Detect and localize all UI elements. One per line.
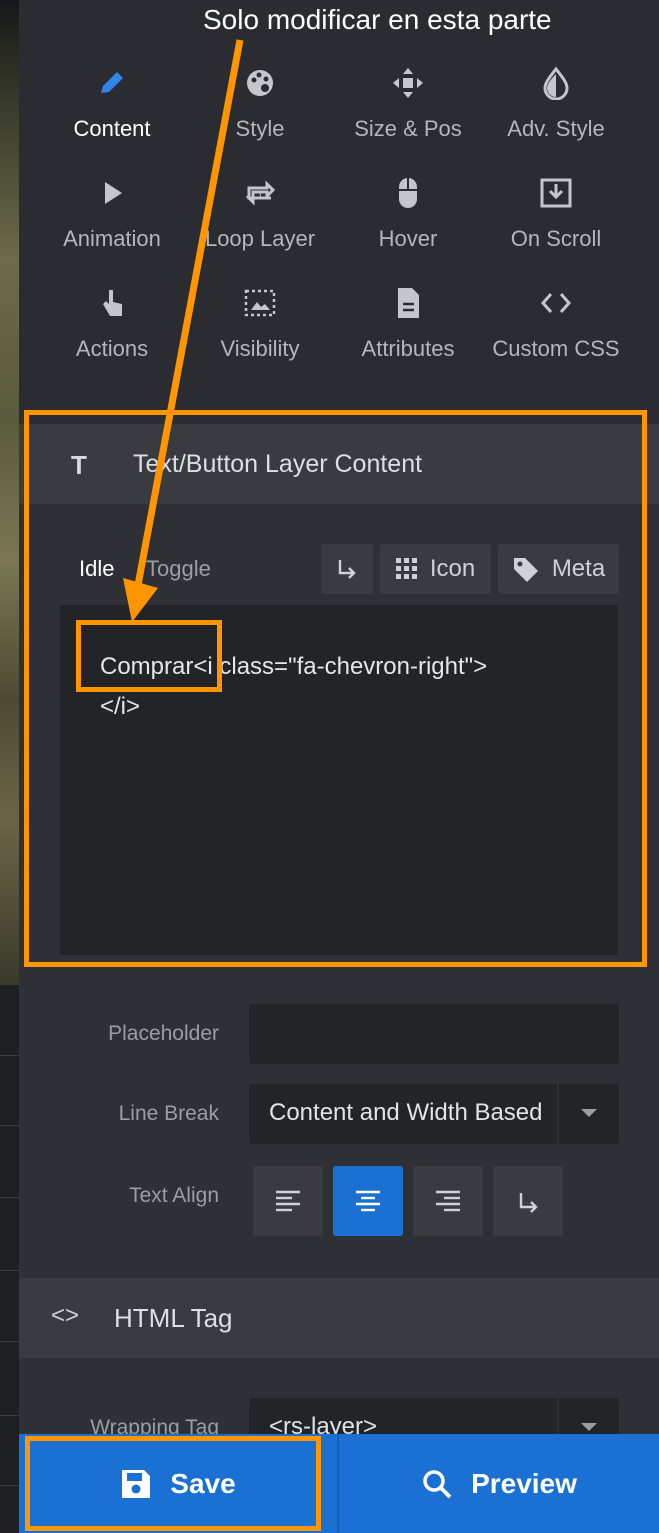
mouse-icon [399,178,417,208]
tab-content[interactable]: Content [38,50,186,150]
section-title: HTML Tag [114,1303,233,1333]
annotation-save-box [25,1436,321,1531]
search-icon [423,1469,452,1498]
tab-actions[interactable]: Actions [38,270,186,370]
palette-icon [247,70,273,96]
tab-adv-style[interactable]: Adv. Style [482,50,630,150]
tab-label: Custom CSS [492,336,620,361]
tab-label: Size & Pos [354,116,462,141]
canvas-image-preview [0,0,19,985]
placeholder-label: Placeholder [108,1022,219,1045]
svg-text:1: 1 [257,190,263,201]
code-icon [540,293,572,313]
html-tag-section-header[interactable]: <> HTML Tag [19,1278,659,1358]
code-icon: <> [51,1302,80,1329]
canvas-row-lines [0,985,19,1533]
tab-label: Animation [63,226,161,251]
tab-animation[interactable]: Animation [38,160,186,260]
tab-label: Content [73,116,151,141]
annotation-text: Solo modificar en esta parte [203,4,552,35]
align-right-button[interactable] [413,1166,483,1236]
align-left-icon [276,1190,300,1212]
tab-attributes[interactable]: Attributes [334,270,482,370]
pencil-icon [101,72,123,93]
tab-label: Loop Layer [204,226,316,251]
align-right-icon [436,1190,460,1212]
tab-label: On Scroll [510,226,602,251]
move-icon [393,68,423,98]
play-icon [105,182,122,204]
document-icon [398,288,419,318]
annotation-word-box [76,620,222,692]
line-break-select[interactable]: Content and Width Based [249,1084,619,1144]
touch-icon [103,290,122,316]
tab-custom-css[interactable]: Custom CSS [482,270,630,370]
tab-label: Style [235,116,285,141]
loop-icon: 1 [245,180,276,206]
align-center-icon [356,1190,380,1212]
tab-loop-layer[interactable]: 1 Loop Layer [186,160,334,260]
tab-on-scroll[interactable]: On Scroll [482,160,630,260]
scroll-icon [540,178,572,208]
chevron-down-icon[interactable] [557,1084,619,1144]
preview-label: Preview [471,1467,577,1499]
tab-label: Hover [378,226,438,251]
align-inherit-button[interactable] [493,1166,563,1236]
align-left-button[interactable] [253,1166,323,1236]
tab-visibility[interactable]: Visibility [186,270,334,370]
tab-style[interactable]: Style [186,50,334,150]
tab-label: Adv. Style [507,116,605,141]
tab-label: Visibility [220,336,300,361]
return-arrow-icon [519,1193,538,1213]
visibility-icon [244,289,276,317]
tab-label: Attributes [361,336,455,361]
align-center-button[interactable] [333,1166,403,1236]
tab-hover[interactable]: Hover [334,160,482,260]
tab-size-pos[interactable]: Size & Pos [334,50,482,150]
placeholder-input[interactable] [249,1004,619,1064]
line-break-value: Content and Width Based [269,1099,543,1126]
contrast-icon [543,66,569,100]
text-align-label: Text Align [129,1184,219,1207]
line-break-label: Line Break [118,1102,219,1125]
tab-label: Actions [75,336,149,361]
preview-button[interactable]: Preview [339,1434,659,1533]
canvas-strip [0,0,19,1533]
